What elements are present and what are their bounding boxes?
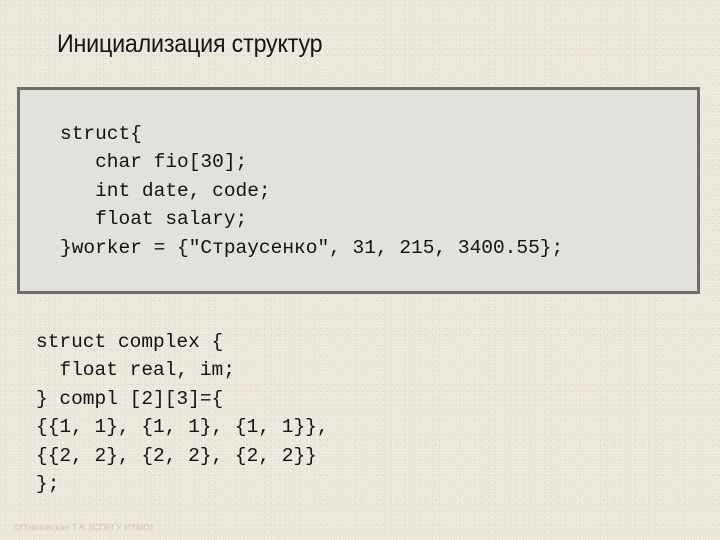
code-snippet-struct-worker: struct{ char fio[30]; int date, code; fl…	[60, 122, 564, 259]
page-title: Инициализация структур	[57, 30, 323, 58]
footer-attribution: ©Павловская Т.А. (СПБГУ ИТМО)	[14, 522, 154, 532]
code-snippet-struct-complex: struct complex { float real, im; } compl…	[36, 330, 329, 496]
code-box-framed: struct{ char fio[30]; int date, code; fl…	[17, 87, 700, 294]
slide-canvas: Инициализация структур struct{ char fio[…	[0, 0, 720, 540]
